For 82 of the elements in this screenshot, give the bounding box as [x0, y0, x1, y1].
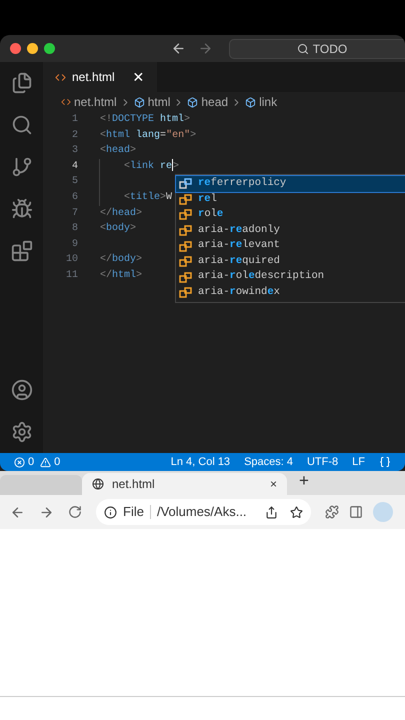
- line-number: 2: [70, 128, 78, 143]
- forward-icon[interactable]: [198, 41, 213, 56]
- url-text: /Volumes/Aks...: [156, 503, 247, 522]
- property-icon: [179, 225, 192, 236]
- suggestion-item[interactable]: role: [176, 207, 405, 223]
- browser-tab[interactable]: net.html ×: [82, 473, 287, 495]
- site-info[interactable]: File: [123, 502, 144, 522]
- breadcrumb-item[interactable]: net.html: [74, 93, 117, 111]
- info-icon[interactable]: [104, 506, 117, 518]
- line-number: 7: [70, 206, 78, 221]
- settings-icon[interactable]: [10, 421, 32, 443]
- close-tab-button[interactable]: ✕: [132, 66, 145, 88]
- code-line: </html>: [100, 268, 142, 283]
- forward-icon[interactable]: [39, 504, 54, 520]
- suggestion-item[interactable]: referrerpolicy: [176, 176, 405, 192]
- suggestion-item[interactable]: aria-roledescription: [176, 270, 405, 286]
- search-icon[interactable]: [10, 114, 32, 136]
- property-icon: [179, 178, 192, 190]
- zoom-window-button[interactable]: [44, 43, 55, 54]
- new-tab-button[interactable]: +: [299, 468, 309, 493]
- property-icon: [179, 287, 192, 298]
- code-line: </body>: [100, 252, 142, 268]
- suggestion-item[interactable]: aria-relevant: [176, 238, 405, 254]
- back-icon[interactable]: [10, 504, 25, 520]
- breadcrumb-item[interactable]: html: [148, 93, 170, 111]
- suggestion-item[interactable]: rel: [176, 192, 405, 208]
- account-icon[interactable]: [10, 379, 32, 401]
- problems-indicator[interactable]: 0 0: [14, 454, 60, 470]
- status-item[interactable]: Ln 4, Col 13: [170, 454, 230, 470]
- share-icon[interactable]: [265, 506, 278, 518]
- extensions-icon[interactable]: [10, 240, 32, 262]
- line-number: 5: [70, 175, 78, 190]
- extensions-icon[interactable]: [325, 505, 339, 519]
- address-bar[interactable]: File /Volumes/Aks...: [96, 499, 311, 525]
- html-file-icon: [61, 97, 71, 107]
- code-line: <head>: [100, 144, 136, 158]
- property-icon: [179, 272, 192, 283]
- code-line: </head>: [100, 206, 142, 221]
- minimize-window-button[interactable]: [27, 43, 38, 54]
- bookmark-icon[interactable]: [290, 506, 303, 518]
- line-number: 11: [64, 268, 78, 283]
- status-item[interactable]: LF: [352, 454, 365, 470]
- search-icon: [296, 42, 309, 54]
- breadcrumb-item[interactable]: link: [259, 93, 278, 111]
- debug-icon[interactable]: [10, 198, 32, 220]
- branch-icon[interactable]: [10, 156, 32, 178]
- property-icon: [179, 256, 192, 268]
- braces-icon[interactable]: [379, 456, 391, 468]
- status-item[interactable]: UTF-8: [306, 454, 338, 470]
- globe-icon: [92, 478, 104, 490]
- line-number: 1: [70, 113, 78, 127]
- suggestion-item[interactable]: aria-readonly: [176, 222, 405, 238]
- breadcrumb-item[interactable]: head: [201, 93, 228, 111]
- code-line: <html lang="en">: [100, 128, 196, 143]
- editor-tab[interactable]: net.html ✕: [43, 62, 157, 92]
- back-icon[interactable]: [171, 41, 186, 56]
- line-number: 6: [70, 190, 78, 205]
- property-icon: [179, 240, 192, 252]
- code-line: <!DOCTYPE html>: [100, 112, 190, 127]
- property-icon: [179, 209, 192, 220]
- cube-icon: [245, 96, 256, 108]
- status-item[interactable]: Spaces: 4: [244, 454, 293, 470]
- property-icon: [179, 194, 192, 205]
- side-panel-icon[interactable]: [349, 505, 363, 519]
- cube-icon: [134, 96, 145, 108]
- command-center[interactable]: TODO: [229, 38, 405, 58]
- close-window-button[interactable]: [10, 43, 21, 54]
- cube-icon: [187, 96, 198, 108]
- code-line: <link re>: [123, 158, 180, 174]
- reload-icon[interactable]: [68, 505, 82, 519]
- line-number: 3: [70, 144, 78, 158]
- line-number: 10: [64, 253, 78, 268]
- code-line: <title>W: [123, 190, 172, 205]
- code-line: <body>: [100, 222, 136, 236]
- suggestion-item[interactable]: aria-rowindex: [176, 285, 405, 301]
- line-number: 4: [70, 160, 78, 174]
- suggestion-item[interactable]: aria-required: [176, 254, 405, 270]
- line-number: 9: [70, 238, 78, 252]
- explorer-icon[interactable]: [10, 72, 32, 94]
- line-number: 8: [70, 222, 78, 236]
- close-tab-button[interactable]: ×: [270, 475, 277, 493]
- html-file-icon: [55, 72, 66, 82]
